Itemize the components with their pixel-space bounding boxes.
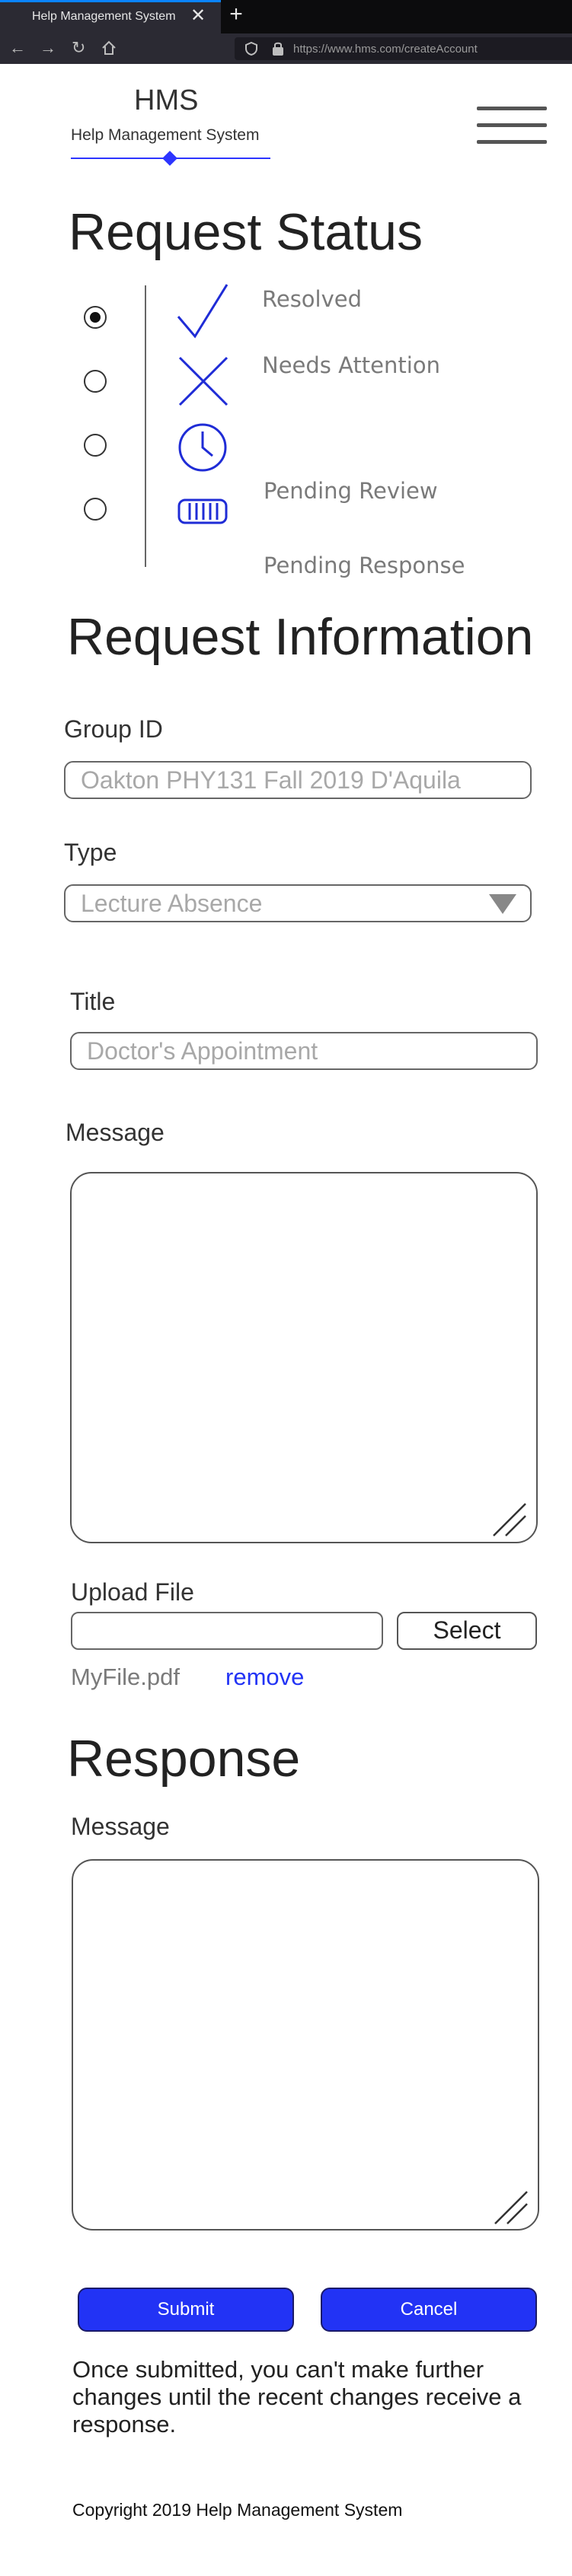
- request-status-heading: Request Status: [69, 203, 423, 261]
- type-label: Type: [64, 839, 117, 866]
- status-radio-resolved[interactable]: [84, 306, 107, 329]
- status-radio-pending-response[interactable]: [84, 498, 107, 521]
- title-placeholder: Doctor's Appointment: [87, 1037, 318, 1065]
- select-file-button[interactable]: Select: [397, 1612, 537, 1650]
- clock-icon: [178, 423, 227, 472]
- submit-button[interactable]: Submit: [78, 2288, 294, 2332]
- status-divider: [145, 285, 146, 567]
- group-id-label: Group ID: [64, 715, 163, 743]
- type-select[interactable]: Lecture Absence: [64, 884, 532, 922]
- copyright-text: Copyright 2019 Help Management System: [72, 2500, 403, 2520]
- checkmark-icon: [177, 284, 228, 339]
- url-text: https://www.hms.com/createAccount: [293, 43, 478, 56]
- progress-bar-icon: [177, 498, 228, 524]
- title-field[interactable]: Doctor's Appointment: [70, 1032, 538, 1070]
- submission-note: Once submitted, you can't make further c…: [72, 2356, 522, 2437]
- new-tab-icon[interactable]: +: [221, 2, 251, 27]
- status-label-pending-response: Pending Response: [264, 552, 465, 578]
- group-id-field[interactable]: Oakton PHY131 Fall 2019 D'Aquila: [64, 761, 532, 799]
- title-label: Title: [70, 988, 116, 1015]
- hamburger-menu-icon[interactable]: [472, 103, 551, 149]
- status-label-resolved: Resolved: [262, 286, 363, 312]
- reload-icon[interactable]: ↻: [72, 38, 85, 58]
- browser-tab-title: Help Management System: [32, 10, 176, 23]
- response-heading: Response: [67, 1730, 301, 1788]
- logo-subtitle: Help Management System: [71, 126, 260, 144]
- shield-icon: [245, 41, 257, 56]
- response-message-label: Message: [71, 1813, 170, 1840]
- logo[interactable]: HMS: [134, 84, 198, 117]
- status-label-pending-review: Pending Review: [264, 478, 438, 504]
- forward-arrow-icon[interactable]: →: [40, 38, 56, 58]
- upload-file-field[interactable]: [71, 1612, 383, 1650]
- status-label-needs-attention: Needs Attention: [262, 352, 440, 378]
- upload-file-label: Upload File: [71, 1578, 194, 1606]
- close-tab-icon[interactable]: ✕: [190, 5, 206, 27]
- x-mark-icon: [178, 356, 228, 406]
- home-icon[interactable]: [101, 40, 117, 56]
- cancel-button[interactable]: Cancel: [321, 2288, 537, 2332]
- diamond-icon: [162, 151, 177, 166]
- file-name: MyFile.pdf: [71, 1664, 180, 1690]
- message-label: Message: [66, 1119, 165, 1146]
- group-id-placeholder: Oakton PHY131 Fall 2019 D'Aquila: [81, 766, 461, 794]
- status-radio-needs-attention[interactable]: [84, 370, 107, 393]
- dropdown-arrow-icon: [489, 894, 516, 914]
- response-resize-handle-icon[interactable]: [492, 2189, 530, 2227]
- response-message-textarea[interactable]: [72, 1859, 539, 2231]
- back-arrow-icon[interactable]: ←: [9, 38, 26, 58]
- message-textarea[interactable]: [70, 1172, 538, 1543]
- resize-handle-icon[interactable]: [491, 1501, 529, 1539]
- status-radio-pending-review[interactable]: [84, 434, 107, 457]
- type-selected-value: Lecture Absence: [81, 890, 263, 917]
- remove-file-link[interactable]: remove: [225, 1664, 304, 1691]
- lock-icon: [273, 42, 283, 56]
- request-information-heading: Request Information: [67, 608, 534, 666]
